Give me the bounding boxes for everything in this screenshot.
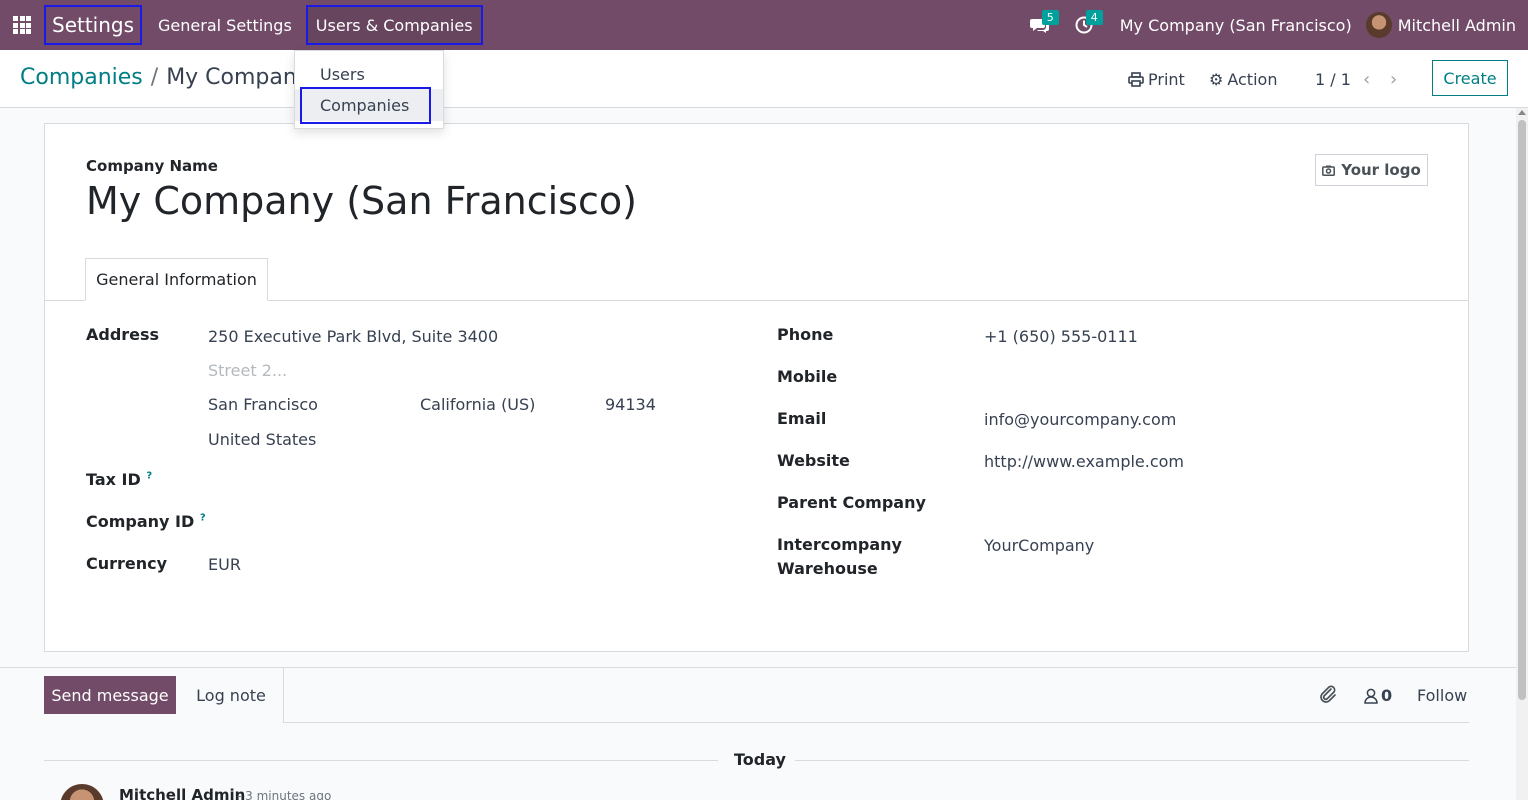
scroll-up-icon[interactable]: [1518, 110, 1526, 115]
breadcrumb: Companies / My Company: [20, 65, 310, 90]
app-brand[interactable]: Settings: [44, 5, 143, 45]
control-panel: Companies / My Company Print ⚙ Action 1 …: [0, 50, 1528, 108]
state-field[interactable]: California (US): [420, 395, 535, 414]
breadcrumb-current: My Company: [166, 65, 310, 90]
company-id-label: Company ID ?: [86, 512, 206, 531]
country-field[interactable]: United States: [208, 430, 316, 449]
intercompany-label-line2: Warehouse: [777, 559, 878, 578]
company-switcher[interactable]: My Company (San Francisco): [1106, 16, 1366, 35]
company-id-help-icon[interactable]: ?: [200, 513, 206, 524]
tax-id-label-text: Tax ID: [86, 470, 141, 489]
users-companies-dropdown: Users Companies: [294, 50, 444, 129]
chatter-tab-border: [283, 668, 284, 722]
print-button[interactable]: Print: [1128, 50, 1185, 108]
print-label: Print: [1148, 69, 1185, 89]
phone-label: Phone: [777, 325, 834, 344]
user-icon: [1364, 688, 1378, 704]
email-label: Email: [777, 409, 827, 428]
message-avatar: [60, 784, 104, 800]
camera-icon: [1322, 165, 1336, 176]
activities-button[interactable]: 4: [1062, 0, 1106, 50]
top-navbar: Settings General Settings Users & Compan…: [0, 0, 1528, 50]
street-field[interactable]: 250 Executive Park Blvd, Suite 3400: [208, 327, 498, 346]
action-button[interactable]: ⚙ Action: [1209, 50, 1277, 108]
tab-general-information[interactable]: General Information: [85, 258, 268, 301]
pager-previous-icon[interactable]: ‹: [1363, 50, 1370, 108]
action-label: Action: [1227, 69, 1278, 89]
parent-company-label: Parent Company: [777, 493, 926, 512]
form-sheet: Company Name My Company (San Francisco) …: [44, 123, 1469, 652]
today-divider-left: [44, 760, 718, 761]
company-name-field[interactable]: My Company (San Francisco): [86, 179, 637, 223]
city-field[interactable]: San Francisco: [208, 395, 318, 414]
send-message-button[interactable]: Send message: [44, 676, 176, 714]
currency-label: Currency: [86, 554, 168, 573]
activities-badge: 4: [1085, 10, 1103, 25]
zip-field[interactable]: 94134: [605, 395, 656, 414]
chatter-divider: [0, 667, 1516, 668]
user-avatar: [1365, 12, 1392, 38]
logo-label: Your logo: [1341, 161, 1421, 179]
attachment-icon[interactable]: [1318, 684, 1338, 709]
breadcrumb-separator: /: [150, 65, 159, 90]
tax-id-help-icon[interactable]: ?: [146, 471, 152, 482]
dropdown-item-users[interactable]: Users: [295, 61, 443, 87]
user-menu[interactable]: Mitchell Admin: [1365, 12, 1528, 38]
intercompany-label-line1: Intercompany: [777, 535, 902, 554]
website-label: Website: [777, 451, 850, 470]
scrollbar-thumb[interactable]: [1518, 120, 1526, 700]
chatter-bottom-border: [283, 722, 1469, 723]
menu-general-settings[interactable]: General Settings: [150, 5, 300, 45]
messages-badge: 5: [1041, 10, 1059, 25]
breadcrumb-companies[interactable]: Companies: [20, 65, 143, 90]
followers-button[interactable]: 0: [1364, 686, 1392, 705]
website-field[interactable]: http://www.example.com: [984, 452, 1184, 471]
page-scrollbar[interactable]: [1516, 108, 1528, 800]
user-name: Mitchell Admin: [1397, 15, 1516, 35]
highlight-frame: [300, 87, 431, 124]
email-field[interactable]: info@yourcompany.com: [984, 410, 1176, 429]
logo-upload-button[interactable]: Your logo: [1315, 154, 1428, 186]
message-time: - 3 minutes ago: [237, 789, 332, 800]
pager-next-icon[interactable]: ›: [1390, 50, 1397, 108]
log-note-button[interactable]: Log note: [182, 676, 280, 714]
tax-id-label: Tax ID ?: [86, 470, 152, 489]
apps-menu-icon[interactable]: [0, 0, 44, 50]
pager-value[interactable]: 1 / 1: [1315, 50, 1351, 108]
gear-icon: ⚙: [1209, 69, 1224, 89]
mobile-label: Mobile: [777, 367, 838, 386]
follow-button[interactable]: Follow: [1417, 686, 1467, 705]
message-author[interactable]: Mitchell Admin: [119, 786, 245, 800]
menu-users-companies[interactable]: Users & Companies: [305, 5, 483, 45]
company-id-label-text: Company ID: [86, 512, 195, 531]
printer-icon: [1128, 71, 1144, 87]
currency-field[interactable]: EUR: [208, 555, 241, 574]
create-button[interactable]: Create: [1432, 60, 1508, 96]
followers-count: 0: [1381, 686, 1393, 705]
today-divider-right: [795, 760, 1469, 761]
intercompany-warehouse-field[interactable]: YourCompany: [984, 536, 1094, 555]
today-separator: Today: [734, 750, 786, 769]
street2-field[interactable]: Street 2...: [208, 361, 287, 380]
address-label: Address: [86, 325, 160, 344]
phone-field[interactable]: +1 (650) 555-0111: [984, 327, 1138, 346]
company-name-label: Company Name: [86, 157, 218, 175]
messages-button[interactable]: 5: [1018, 0, 1062, 50]
